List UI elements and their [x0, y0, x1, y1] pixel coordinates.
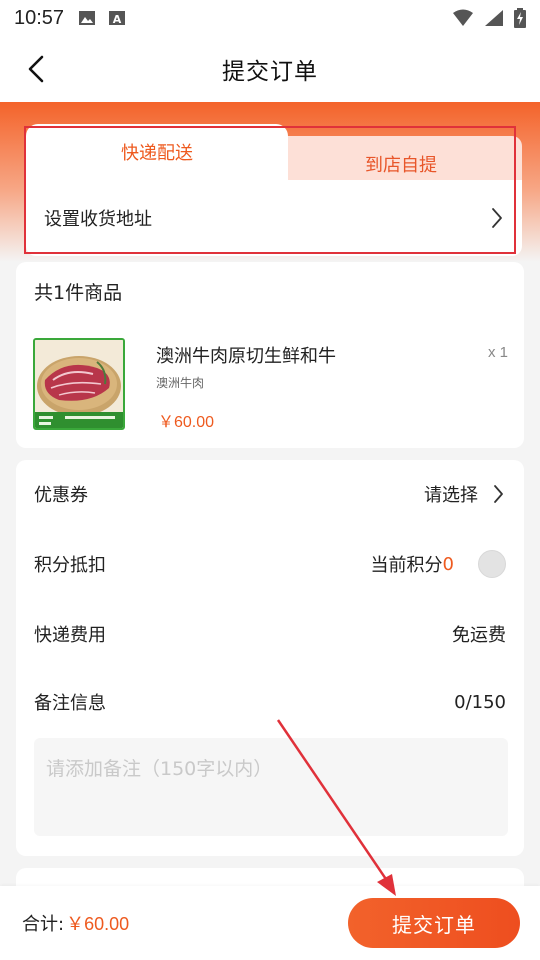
coupon-value: 请选择: [424, 485, 478, 506]
checkout-bar: 合计: ￥60.00 提交订单: [0, 886, 540, 960]
points-prefix: 当前积分: [370, 555, 443, 576]
nav-bar: 提交订单: [0, 36, 540, 102]
shipping-row: 快递费用 免运费: [16, 614, 524, 654]
status-time: 10:57: [14, 6, 65, 29]
page-title: 提交订单: [222, 59, 318, 85]
shipping-value: 免运费: [452, 625, 506, 646]
delivery-card: 到店自提 快递配送 设置收货地址: [18, 124, 522, 256]
points-value: 0: [442, 553, 454, 575]
product-thumbnail[interactable]: [33, 338, 125, 430]
coupon-row[interactable]: 优惠券 请选择: [16, 474, 524, 514]
points-row: 积分抵扣 当前积分 0: [16, 544, 524, 584]
status-bar: 10:57 A: [0, 0, 540, 36]
back-button[interactable]: [18, 50, 54, 88]
remark-label: 备注信息: [34, 693, 106, 714]
chevron-right-icon: [494, 485, 503, 503]
text-a-icon: A: [109, 11, 126, 26]
product-spec: 澳洲牛肉: [156, 376, 205, 390]
wifi-icon: [453, 9, 473, 26]
shipping-label: 快递费用: [34, 625, 106, 646]
goods-card: 共1件商品 澳洲牛肉原切生鲜和牛 澳洲牛肉 ￥60.00 x 1: [16, 262, 524, 448]
total-amount: ￥60.00: [66, 914, 130, 934]
points-toggle[interactable]: [478, 550, 506, 578]
total-label: 合计:: [22, 914, 65, 935]
set-address-row[interactable]: 设置收货地址: [26, 180, 522, 256]
order-options-card: 优惠券 请选择 积分抵扣 当前积分 0 快递费用 免运费 备注信息 0/150: [16, 460, 524, 856]
gallery-icon: [79, 11, 96, 25]
chevron-left-icon: [28, 55, 44, 83]
remark-row: 备注信息 0/150: [16, 682, 524, 722]
product-name[interactable]: 澳洲牛肉原切生鲜和牛: [156, 342, 336, 368]
points-label: 积分抵扣: [34, 555, 106, 576]
submit-order-button[interactable]: 提交订单: [348, 898, 520, 948]
tab-express-delivery[interactable]: 快递配送: [26, 124, 288, 180]
product-price: ￥60.00: [158, 414, 215, 431]
chevron-right-icon: [492, 208, 502, 228]
remark-counter: 0/150: [454, 691, 506, 713]
beef-product-image: [35, 340, 123, 428]
set-address-label: 设置收货地址: [44, 209, 152, 230]
battery-icon: [514, 8, 526, 28]
svg-text:A: A: [113, 13, 122, 26]
coupon-label: 优惠券: [34, 485, 88, 506]
goods-count: 共1件商品: [34, 282, 123, 304]
signal-icon: [485, 10, 503, 26]
product-quantity: x 1: [487, 344, 508, 361]
remark-input[interactable]: [34, 738, 508, 836]
